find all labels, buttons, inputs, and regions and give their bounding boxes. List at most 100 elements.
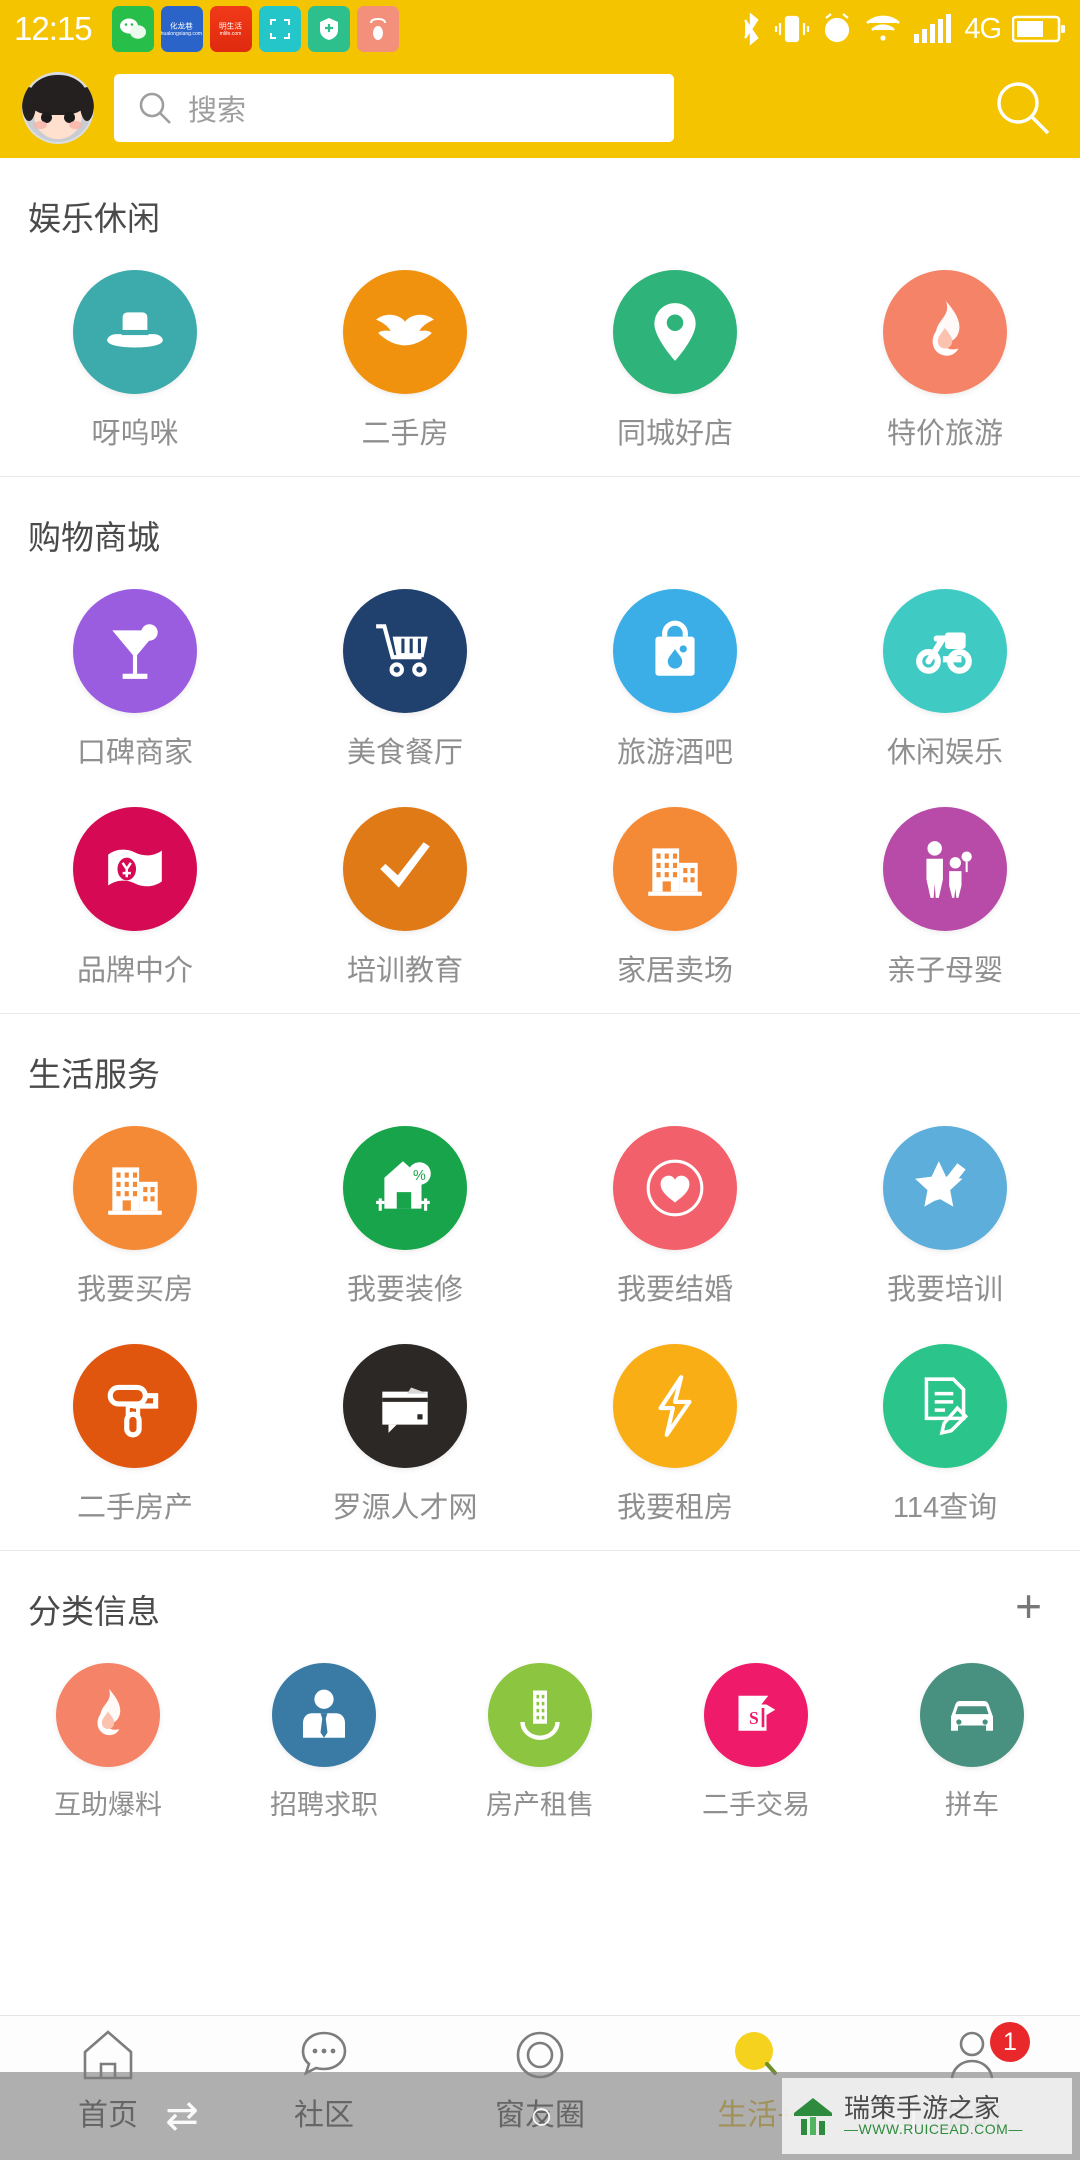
status-badge: 1 — [990, 2022, 1030, 2062]
suit-tie-icon — [272, 1663, 376, 1767]
app-header: 搜索 — [0, 58, 1080, 158]
add-category-button[interactable]: + — [1015, 1563, 1046, 1629]
grid-item[interactable]: 培训教育 — [270, 785, 540, 1003]
category-sections: 娱乐休闲呀呜咪 二手房 同城好店 特价旅游购物商城口碑商家 美食餐厅 旅游酒吧 休闲娱乐品牌… — [0, 158, 1080, 1846]
alarm-icon — [825, 13, 850, 43]
grid-item[interactable]: 二手房产 — [0, 1322, 270, 1540]
grid-item-label: 同城好店 — [616, 418, 733, 450]
nav-label-friends-circle: 窗友圈 — [495, 2099, 585, 2132]
search-placeholder: 搜索 — [188, 95, 247, 127]
nav-item-home[interactable]: 首页 — [0, 2028, 216, 2134]
vibrate-icon — [775, 15, 810, 43]
grid-item[interactable]: 品牌中介 — [0, 785, 270, 1003]
grid-item[interactable]: 互助爆料 — [0, 1641, 216, 1836]
grid-item-label: 品牌中介 — [76, 955, 193, 987]
avatar-cheek-right — [69, 120, 83, 129]
scan-icon — [258, 6, 301, 52]
grid-item-label: 亲子母婴 — [886, 955, 1003, 987]
grid-item-label: 口碑商家 — [76, 737, 193, 769]
grid-item-label: 旅游酒吧 — [616, 737, 733, 769]
tray-label-red: 明生活 — [219, 21, 243, 30]
svg-text:S: S — [749, 1708, 759, 1728]
watermark-title: 瑞策手游之家 — [844, 2093, 1001, 2123]
search-icon — [997, 82, 1050, 135]
grid-item[interactable]: S 二手交易 — [648, 1641, 864, 1836]
map-pin-icon — [613, 270, 737, 394]
status-tray-icons: 化龙巷 hualongxiang.com 明生活 mlife.com — [111, 6, 399, 52]
parent-child-icon — [883, 807, 1007, 931]
grid-item[interactable]: 我要结婚 — [540, 1104, 810, 1322]
grid-item[interactable]: 114查询 — [810, 1322, 1080, 1540]
nav-item-community[interactable]: 社区 — [216, 2028, 432, 2134]
price-tag-icon: S — [704, 1663, 808, 1767]
grid-item[interactable]: 美食餐厅 — [270, 567, 540, 785]
grid-item[interactable]: 我要培训 — [810, 1104, 1080, 1322]
grid-item[interactable]: % 我要装修 — [270, 1104, 540, 1322]
grid-item[interactable]: 特价旅游 — [810, 248, 1080, 466]
grid-item-label: 我要买房 — [76, 1274, 193, 1306]
grid-item[interactable]: 休闲娱乐 — [810, 567, 1080, 785]
icon-grid: 我要买房 % 我要装修 我要结婚 我要培训二手房产 罗源人才网 我要租房 114查询 — [0, 1104, 1080, 1540]
hat-icon — [73, 270, 197, 394]
grid-item-label: 招聘求职 — [270, 1790, 378, 1820]
section-header: 分类信息 + — [0, 1551, 1080, 1641]
section-title: 购物商城 — [28, 519, 160, 556]
grid-item[interactable]: 我要租房 — [540, 1322, 810, 1540]
tower-icon — [488, 1663, 592, 1767]
grid-item-label: 培训教育 — [346, 955, 463, 987]
grid-item[interactable]: 我要买房 — [0, 1104, 270, 1322]
section-2: 生活服务 我要买房% 我要装修 我要结婚 我要培训 二手房产 罗源人才网 我要租房 114查询 — [0, 1014, 1080, 1550]
motorbike-icon — [883, 589, 1007, 713]
grid-item[interactable]: 拼车 — [864, 1641, 1080, 1836]
watermark: 瑞策手游之家 —WWW.RUICEAD.COM— — [782, 2078, 1072, 2154]
circle-icon — [516, 2031, 564, 2079]
bag-icon — [356, 6, 399, 52]
avatar[interactable] — [22, 72, 94, 144]
grid-item[interactable]: 招聘求职 — [216, 1641, 432, 1836]
status-right-icons: 4G — [739, 11, 1066, 47]
grid-item[interactable]: 房产租售 — [432, 1641, 648, 1836]
section-0: 娱乐休闲呀呜咪 二手房 同城好店 特价旅游 — [0, 158, 1080, 476]
lips-icon — [343, 270, 467, 394]
nav-item-friends-circle[interactable]: 窗友圈 — [432, 2028, 648, 2134]
grid-item[interactable]: 家居卖场 — [540, 785, 810, 1003]
wechat-icon — [111, 6, 154, 52]
grid-item-label: 特价旅游 — [886, 418, 1003, 450]
header-search-button[interactable] — [994, 79, 1052, 137]
grid-item[interactable]: 亲子母婴 — [810, 785, 1080, 1003]
section-header: 购物商城 — [0, 477, 1080, 567]
grid-item[interactable]: 二手房 — [270, 248, 540, 466]
grid-item-label: 罗源人才网 — [332, 1492, 478, 1524]
heart-circle-icon — [613, 1126, 737, 1250]
grid-item[interactable]: 同城好店 — [540, 248, 810, 466]
grid-item-label: 互助爆料 — [54, 1790, 162, 1820]
grid-item-label: 呀呜咪 — [91, 418, 179, 450]
house-percent-icon: % — [343, 1126, 467, 1250]
shopping-cart-icon — [343, 589, 467, 713]
bluetooth-icon — [744, 12, 759, 46]
cocktail-icon — [73, 589, 197, 713]
grid-item-label: 休闲娱乐 — [886, 737, 1003, 769]
grid-item-label: 美食餐厅 — [346, 737, 463, 769]
check-icon — [343, 807, 467, 931]
buildings-icon — [613, 807, 737, 931]
grid-item[interactable]: 口碑商家 — [0, 567, 270, 785]
grid-item-label: 我要培训 — [886, 1274, 1003, 1306]
grid-item[interactable]: 旅游酒吧 — [540, 567, 810, 785]
icon-grid: 互助爆料 招聘求职 房产租售 S 二手交易 拼车 — [0, 1641, 1080, 1836]
life-plus-icon — [735, 2032, 777, 2075]
shield-icon — [307, 6, 350, 52]
grid-item[interactable]: 呀呜咪 — [0, 248, 270, 466]
search-input[interactable]: 搜索 — [114, 74, 674, 142]
grid-item-label: 我要结婚 — [616, 1274, 733, 1306]
document-edit-icon — [883, 1344, 1007, 1468]
car-icon — [920, 1663, 1024, 1767]
status-bar: 12:15 化龙巷 hualongxiang.com 明生活 mlife.com 4… — [0, 0, 1080, 58]
section-title: 娱乐休闲 — [28, 200, 160, 237]
nav-label-home: 首页 — [78, 2099, 138, 2132]
shopping-bag-icon — [613, 589, 737, 713]
wallet-icon — [343, 1344, 467, 1468]
grid-item-label: 二手房 — [361, 418, 449, 450]
grid-item[interactable]: 罗源人才网 — [270, 1322, 540, 1540]
grid-item-label: 房产租售 — [486, 1790, 594, 1820]
